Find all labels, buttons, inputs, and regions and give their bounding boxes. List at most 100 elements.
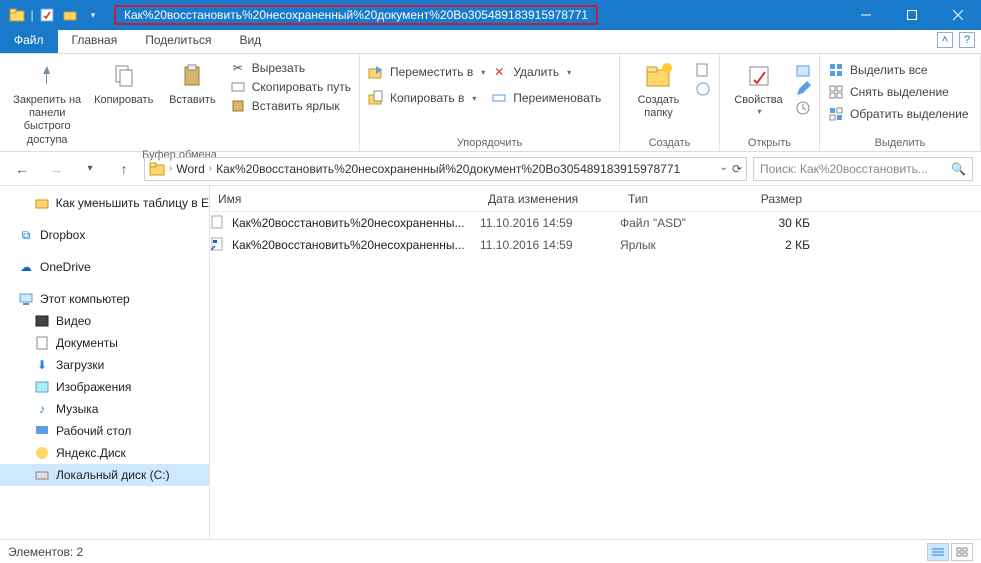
tree-item-folder[interactable]: Как уменьшить таблицу в E — [0, 192, 209, 214]
select-all-icon — [828, 62, 844, 78]
ribbon-group-select: Выделить все Снять выделение Обратить вы… — [820, 54, 981, 151]
quick-access-toolbar: | ▾ — [0, 4, 104, 26]
invert-selection-button[interactable]: Обратить выделение — [828, 106, 969, 122]
ribbon-group-open: Свойства▾ Открыть — [720, 54, 820, 151]
view-details-button[interactable] — [927, 543, 949, 561]
tree-item-desktop[interactable]: Рабочий стол — [0, 420, 209, 442]
address-bar[interactable]: › Word › Как%20восстановить%20несохранен… — [144, 157, 747, 181]
paste-shortcut-button[interactable]: Вставить ярлык — [230, 98, 351, 114]
select-none-icon — [828, 84, 844, 100]
folder-icon — [34, 195, 50, 211]
col-date[interactable]: Дата изменения — [480, 192, 620, 206]
forward-button[interactable]: → — [42, 156, 70, 182]
new-item-icon[interactable] — [695, 62, 711, 78]
col-size[interactable]: Размер — [730, 192, 810, 206]
breadcrumb-current[interactable]: Как%20восстановить%20несохраненный%20док… — [216, 162, 680, 176]
maximize-button[interactable] — [889, 0, 935, 30]
rename-button[interactable]: Переименовать — [491, 90, 601, 106]
file-tab[interactable]: Файл — [0, 30, 58, 53]
tree-item-yandex-disk[interactable]: Яндекс.Диск — [0, 442, 209, 464]
new-folder-icon — [643, 60, 675, 92]
search-icon[interactable]: 🔍 — [951, 162, 966, 176]
tree-item-videos[interactable]: Видео — [0, 310, 209, 332]
back-button[interactable]: ← — [8, 156, 36, 182]
copy-icon — [108, 60, 140, 92]
tab-share[interactable]: Поделиться — [131, 30, 225, 53]
refresh-icon[interactable]: ⟳ — [732, 162, 742, 176]
recent-locations-button[interactable]: ▾ — [76, 156, 104, 182]
help-icon[interactable]: ? — [959, 32, 975, 48]
tree-item-pictures[interactable]: Изображения — [0, 376, 209, 398]
tree-item-local-disk-c[interactable]: Локальный диск (C:) — [0, 464, 209, 486]
yandex-disk-icon — [34, 445, 50, 461]
close-button[interactable] — [935, 0, 981, 30]
main-area: Как уменьшить таблицу в E ⧉Dropbox ☁OneD… — [0, 186, 981, 539]
item-count: Элементов: 2 — [8, 545, 83, 559]
view-large-icons-button[interactable] — [951, 543, 973, 561]
tree-item-dropbox[interactable]: ⧉Dropbox — [0, 224, 209, 246]
status-bar: Элементов: 2 — [0, 539, 981, 563]
minimize-button[interactable] — [843, 0, 889, 30]
window-title: Как%20восстановить%20несохраненный%20док… — [114, 5, 598, 25]
tree-item-music[interactable]: ♪Музыка — [0, 398, 209, 420]
file-row[interactable]: Как%20восстановить%20несохраненны... 11.… — [210, 234, 981, 256]
easy-access-icon[interactable] — [695, 81, 711, 97]
paste-shortcut-icon — [230, 98, 246, 114]
file-row[interactable]: Как%20восстановить%20несохраненны... 11.… — [210, 212, 981, 234]
tree-item-documents[interactable]: Документы — [0, 332, 209, 354]
open-icon[interactable] — [795, 62, 811, 78]
address-dropdown-icon[interactable]: ⌄ — [720, 162, 728, 176]
file-icon — [210, 215, 226, 231]
tree-item-onedrive[interactable]: ☁OneDrive — [0, 256, 209, 278]
downloads-icon: ⬇ — [34, 357, 50, 373]
documents-icon — [34, 335, 50, 351]
move-to-icon — [368, 64, 384, 80]
delete-button[interactable]: ✕Удалить▾ — [491, 64, 601, 80]
ribbon-group-clipboard: Закрепить на панели быстрого доступа Коп… — [0, 54, 360, 151]
delete-icon: ✕ — [491, 64, 507, 80]
title-bar: | ▾ Как%20восстановить%20несохраненный%2… — [0, 0, 981, 30]
ribbon-group-organize: Переместить в▾ Копировать в▾ ✕Удалить▾ П… — [360, 54, 620, 151]
tab-view[interactable]: Вид — [225, 30, 275, 53]
qat-new-folder-icon[interactable] — [59, 4, 81, 26]
cut-button[interactable]: ✂Вырезать — [230, 60, 351, 76]
navigation-tree[interactable]: Как уменьшить таблицу в E ⧉Dropbox ☁OneD… — [0, 186, 210, 539]
move-to-button[interactable]: Переместить в▾ — [368, 64, 485, 80]
col-type[interactable]: Тип — [620, 192, 730, 206]
tab-home[interactable]: Главная — [58, 30, 132, 53]
navigation-row: ← → ▾ ↑ › Word › Как%20восстановить%20не… — [0, 152, 981, 186]
menu-bar: Файл Главная Поделиться Вид ˄ ? — [0, 30, 981, 54]
up-button[interactable]: ↑ — [110, 156, 138, 182]
col-name[interactable]: Имя — [210, 192, 480, 206]
select-all-button[interactable]: Выделить все — [828, 62, 969, 78]
folder-icon — [6, 4, 28, 26]
tree-item-this-pc[interactable]: Этот компьютер — [0, 288, 209, 310]
new-folder-button[interactable]: Создать папку — [628, 58, 689, 120]
ribbon: Закрепить на панели быстрого доступа Коп… — [0, 54, 981, 152]
tree-item-downloads[interactable]: ⬇Загрузки — [0, 354, 209, 376]
music-icon: ♪ — [34, 401, 50, 417]
history-icon[interactable] — [795, 100, 811, 116]
copy-button[interactable]: Копировать — [92, 58, 155, 107]
qat-divider: | — [29, 4, 35, 26]
search-input[interactable]: Поиск: Как%20восстановить... 🔍 — [753, 157, 973, 181]
qat-dropdown-icon[interactable]: ▾ — [82, 4, 104, 26]
pin-icon — [31, 60, 63, 92]
column-headers[interactable]: Имя Дата изменения Тип Размер — [210, 186, 981, 212]
videos-icon — [34, 313, 50, 329]
paste-button[interactable]: Вставить — [161, 58, 224, 107]
properties-button[interactable]: Свойства▾ — [728, 58, 789, 117]
edit-icon[interactable] — [795, 81, 811, 97]
search-placeholder: Поиск: Как%20восстановить... — [760, 162, 928, 176]
group-label-organize: Упорядочить — [368, 135, 611, 149]
copy-to-button[interactable]: Копировать в▾ — [368, 90, 485, 106]
select-none-button[interactable]: Снять выделение — [828, 84, 969, 100]
copy-path-button[interactable]: Скопировать путь — [230, 79, 351, 95]
pin-to-quick-access-button[interactable]: Закрепить на панели быстрого доступа — [8, 58, 86, 147]
qat-properties-icon[interactable] — [36, 4, 58, 26]
ribbon-group-create: Создать папку Создать — [620, 54, 720, 151]
breadcrumb-word[interactable]: Word — [176, 162, 204, 176]
shortcut-icon — [210, 237, 226, 253]
paste-icon — [176, 60, 208, 92]
ribbon-expand-icon[interactable]: ˄ — [937, 32, 953, 48]
